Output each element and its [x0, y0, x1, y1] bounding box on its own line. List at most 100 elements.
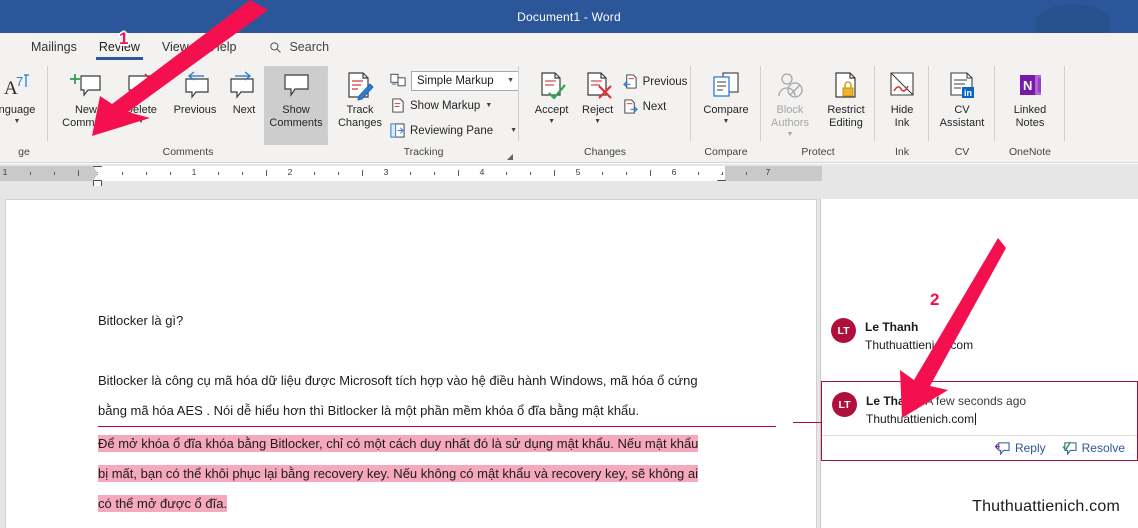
chevron-down-icon[interactable]: ▼ [594, 118, 601, 126]
group-separator [1064, 66, 1065, 141]
show-markup-icon [392, 98, 404, 113]
comment-text: Thuthuattienich.com [865, 338, 974, 352]
highlight-run: có thể mở được ổ đĩa. [98, 495, 228, 512]
group-label-cv: CV [954, 146, 970, 158]
window-title: Document1 - Word [517, 9, 621, 24]
chevron-down-icon[interactable]: ▼ [548, 118, 555, 126]
chevron-down-icon[interactable]: ▼ [485, 102, 492, 110]
paragraph-highlighted: bị mất, bạn có thể khôi phục lại bằng re… [98, 459, 776, 489]
cv-assistant-button[interactable]: in CV Assistant [933, 66, 991, 132]
horizontal-ruler[interactable]: 1 1 2 3 4 5 6 7 [0, 166, 822, 187]
text-cursor [975, 413, 977, 425]
next-comment-button[interactable]: Next [224, 66, 264, 119]
comments-pane: LT Le Thanh Thuthuattienich.com LT Le Th… [793, 199, 1138, 528]
previous-change-label: Previous [642, 75, 688, 88]
avatar: LT [832, 392, 857, 417]
hide-ink-icon [886, 69, 918, 102]
hide-ink-button[interactable]: Hide Ink [879, 66, 925, 132]
ruler-number: 4 [479, 167, 485, 177]
chevron-down-icon[interactable]: ▼ [787, 131, 794, 139]
restrict-editing-label: Restrict Editing [827, 104, 865, 129]
reviewing-pane-row[interactable]: Reviewing Pane ▼ [388, 118, 521, 143]
avatar: LT [831, 318, 856, 343]
markup-view-icon [390, 73, 406, 87]
ribbon-group-language: A 7 nguage ▼ ge [0, 61, 48, 163]
previous-comment-icon [178, 69, 212, 102]
block-authors-label: Block Authors [771, 104, 809, 129]
track-changes-icon [343, 69, 377, 102]
tab-mailings[interactable]: Mailings [20, 36, 88, 59]
chevron-down-icon[interactable]: ▼ [507, 77, 514, 85]
show-comments-button[interactable]: Show Comments [264, 66, 328, 145]
resolve-button[interactable]: Resolve [1062, 441, 1125, 455]
accept-change-icon [536, 69, 568, 102]
tracking-dialog-launcher[interactable]: ◢ [507, 152, 513, 161]
onenote-icon: N [1014, 69, 1046, 102]
ribbon-tab-strip: Mailings Review View Help Search [0, 33, 1138, 61]
ribbon-group-protect: Block Authors ▼ Restrict Editing Protect [761, 61, 875, 163]
document-body[interactable]: Bitlocker là gì? Bitlocker là công cụ mã… [98, 306, 776, 519]
comment-card[interactable]: LT Le Thanh Thuthuattienich.com [821, 308, 1138, 362]
accept-label: Accept [534, 104, 569, 116]
chevron-down-icon[interactable]: ▼ [510, 127, 517, 135]
language-button[interactable]: A 7 nguage ▼ [0, 66, 40, 128]
chevron-down-icon[interactable]: ▼ [14, 118, 21, 126]
next-comment-label: Next [232, 104, 256, 116]
compare-button[interactable]: Compare ▼ [695, 66, 757, 128]
comment-author: Le Thanh [866, 394, 920, 408]
group-label-comments: Comments [162, 146, 214, 158]
next-change-row[interactable]: Next [621, 94, 690, 119]
group-label-language: ge [18, 146, 30, 158]
search-box[interactable]: Search [269, 40, 329, 54]
ribbon-group-onenote: N Linked Notes OneNote [995, 61, 1065, 163]
previous-comment-button[interactable]: Previous [166, 66, 224, 119]
ribbon: A 7 nguage ▼ ge New Comment Delete ▼ Pre… [0, 61, 1138, 163]
delete-comment-icon [124, 69, 158, 102]
delete-comment-button[interactable]: Delete ▼ [116, 66, 166, 128]
paragraph: bằng mã hóa AES . Nói dễ hiểu hơn thì Bi… [98, 403, 640, 418]
ruler-number: 1 [2, 167, 8, 177]
ribbon-group-changes: Accept ▼ Reject ▼ Previous Next Changes [519, 61, 691, 163]
reject-button[interactable]: Reject ▼ [575, 66, 621, 128]
comment-actions: Reply Resolve [822, 435, 1137, 460]
compare-label: Compare [703, 104, 749, 116]
watermark: Thuthuattienich.com [972, 498, 1120, 515]
comment-connector-line [793, 422, 822, 423]
block-authors-button[interactable]: Block Authors ▼ [762, 66, 818, 141]
reviewing-pane-icon [390, 123, 405, 138]
restrict-editing-icon [830, 69, 862, 102]
comment-card-selected[interactable]: LT Le Thanh A few seconds ago Thuthuattie… [793, 381, 1138, 461]
title-bar: Document1 - Word [0, 0, 1138, 44]
chevron-down-icon[interactable]: ▼ [723, 118, 730, 126]
highlight-run: Để mở khóa ổ đĩa khóa bằng Bitlocker, ch… [98, 435, 699, 452]
ribbon-group-ink: Hide Ink Ink [875, 61, 929, 163]
ribbon-group-cv: in CV Assistant CV [929, 61, 995, 163]
annotation-marker-1: 1 [119, 29, 129, 48]
new-comment-button[interactable]: New Comment [56, 66, 116, 132]
markup-view-value: Simple Markup [417, 74, 494, 87]
block-authors-icon [774, 69, 806, 102]
show-comments-icon [279, 69, 313, 102]
svg-text:N: N [1023, 78, 1032, 93]
markup-view-row[interactable]: Simple Markup ▼ [388, 68, 521, 93]
comment-text[interactable]: Thuthuattienich.com [866, 412, 1026, 426]
comment-timestamp: A few seconds ago [925, 394, 1027, 408]
svg-text:7: 7 [16, 74, 23, 89]
show-markup-row[interactable]: Show Markup ▼ [388, 93, 521, 118]
track-changes-button[interactable]: Track Changes [332, 66, 388, 132]
cv-assistant-label: CV Assistant [939, 104, 985, 129]
previous-change-row[interactable]: Previous [621, 69, 690, 94]
reply-icon [994, 442, 1010, 455]
reply-button[interactable]: Reply [994, 441, 1046, 455]
accept-button[interactable]: Accept ▼ [529, 66, 575, 128]
tab-view[interactable]: View [151, 36, 200, 59]
tab-help[interactable]: Help [200, 36, 248, 59]
reject-label: Reject [582, 104, 614, 116]
highlight-run: bị mất, bạn có thể khôi phục lại bằng re… [98, 465, 699, 482]
linked-notes-button[interactable]: N Linked Notes [1000, 66, 1060, 132]
commented-text-block[interactable]: Để mở khóa ổ đĩa khóa bằng Bitlocker, ch… [98, 426, 776, 519]
chevron-down-icon[interactable]: ▼ [138, 118, 145, 126]
restrict-editing-button[interactable]: Restrict Editing [818, 66, 874, 132]
document-page[interactable]: Bitlocker là gì? Bitlocker là công cụ mã… [5, 199, 817, 528]
markup-view-combo[interactable]: Simple Markup ▼ [411, 70, 519, 91]
